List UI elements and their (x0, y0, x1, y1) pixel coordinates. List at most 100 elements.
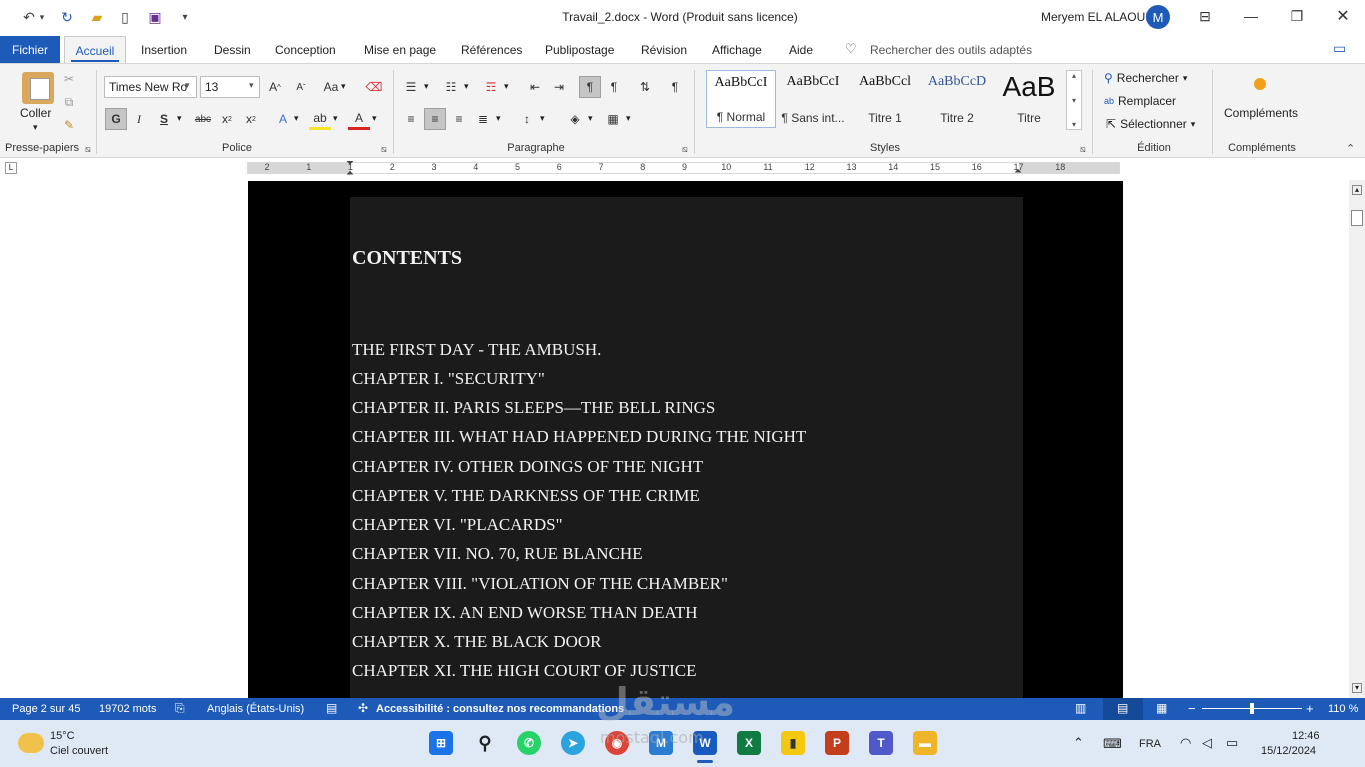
change-case-dropdown-icon[interactable]: ▾ (341, 81, 346, 92)
numbering-dropdown-icon[interactable]: ▾ (464, 81, 469, 92)
customize-toolbar-icon[interactable]: ▾ (174, 6, 196, 28)
cut-icon[interactable]: ✂ (58, 68, 80, 90)
bullets-icon[interactable]: ☰ (400, 76, 422, 98)
increase-indent-icon[interactable]: ⇥ (548, 76, 570, 98)
line-spacing-icon[interactable]: ↕ (516, 108, 538, 130)
new-document-icon[interactable]: ▯ (114, 6, 136, 28)
web-layout-icon[interactable]: ▦ (1156, 701, 1167, 715)
accessibility-status[interactable]: Accessibilité : consultez nos recommanda… (376, 703, 624, 715)
align-center-icon[interactable]: ≡ (424, 108, 446, 130)
shading-dropdown-icon[interactable]: ▾ (588, 113, 593, 124)
avatar[interactable]: M (1146, 5, 1170, 29)
word-count[interactable]: 19702 mots (99, 703, 156, 715)
multilevel-list-icon[interactable]: ☶ (480, 76, 502, 98)
font-color-dropdown-icon[interactable]: ▾ (372, 113, 377, 124)
justify-dropdown-icon[interactable]: ▾ (496, 113, 501, 124)
align-left-icon[interactable]: ≡ (400, 108, 422, 130)
find-button[interactable]: ⚲ Rechercher ▾ (1104, 71, 1187, 85)
user-name[interactable]: Meryem EL ALAOUI (1041, 10, 1149, 24)
keyboard-icon[interactable]: ⌨ (1103, 736, 1122, 752)
restore-icon[interactable]: ❐ (1282, 5, 1312, 27)
line-spacing-dropdown-icon[interactable]: ▾ (540, 113, 545, 124)
style-heading-1[interactable]: AaBbCcl Titre 1 (850, 70, 920, 128)
tab-insert[interactable]: Insertion (141, 43, 187, 57)
power-bi-icon[interactable]: ▮ (781, 731, 805, 755)
shrink-font-icon[interactable]: Aˇ (290, 76, 312, 98)
clock-time[interactable]: 12:46 (1292, 730, 1320, 742)
borders-dropdown-icon[interactable]: ▾ (626, 113, 631, 124)
teams-icon[interactable]: T (869, 731, 893, 755)
highlight-dropdown-icon[interactable]: ▾ (333, 113, 338, 124)
paragraph-launcher-icon[interactable]: ⧅ (682, 144, 688, 155)
bullets-dropdown-icon[interactable]: ▾ (424, 81, 429, 92)
styles-up-icon[interactable]: ▴ (1072, 71, 1076, 80)
grow-font-icon[interactable]: A ^ (264, 76, 286, 98)
zoom-out-icon[interactable]: − (1188, 701, 1196, 716)
decrease-indent-icon[interactable]: ⇤ (524, 76, 546, 98)
replace-button[interactable]: ab Remplacer (1104, 94, 1176, 108)
comments-icon[interactable]: ▭ (1333, 40, 1346, 57)
input-language[interactable]: FRA (1139, 738, 1161, 750)
addins-icon[interactable] (1254, 78, 1266, 90)
style-normal[interactable]: AaBbCcI ¶ Normal (706, 70, 776, 128)
strikethrough-icon[interactable]: abc (192, 108, 214, 130)
page-indicator[interactable]: Page 2 sur 45 (12, 703, 81, 715)
styles-down-icon[interactable]: ▾ (1072, 96, 1076, 105)
language-indicator[interactable]: Anglais (États-Unis) (207, 703, 304, 715)
collapse-ribbon-icon[interactable]: ⌃ (1346, 142, 1355, 155)
underline-icon[interactable]: S (153, 108, 175, 130)
show-hidden-icons-icon[interactable]: ⌃ (1073, 735, 1084, 751)
show-formatting-icon[interactable]: ¶ (664, 76, 686, 98)
sort-icon[interactable]: ⇅ (634, 76, 656, 98)
multilevel-dropdown-icon[interactable]: ▾ (504, 81, 509, 92)
scroll-up-icon[interactable]: ▴ (1352, 185, 1362, 195)
file-explorer-icon[interactable]: ▬ (913, 731, 937, 755)
clipboard-launcher-icon[interactable]: ⧅ (85, 144, 91, 155)
styles-more-icon[interactable]: ▾ (1072, 120, 1076, 129)
underline-dropdown-icon[interactable]: ▾ (177, 113, 182, 124)
style-title[interactable]: AaB Titre (994, 70, 1064, 128)
rtl-direction-icon[interactable]: ¶ (603, 76, 625, 98)
ltr-direction-icon[interactable]: ¶ (579, 76, 601, 98)
save-icon[interactable]: ▣ (144, 6, 166, 28)
tab-layout[interactable]: Mise en page (364, 43, 436, 57)
start-windows-icon[interactable]: ⊞ (429, 731, 453, 755)
select-dropdown-icon[interactable]: ▾ (1191, 119, 1196, 130)
borders-icon[interactable]: ▦ (602, 108, 624, 130)
read-mode-icon[interactable]: ▥ (1075, 701, 1086, 715)
select-button[interactable]: ⇱ Sélectionner ▾ (1106, 117, 1195, 131)
tell-me-search[interactable]: Rechercher des outils adaptés (870, 43, 1032, 57)
ribbon-display-icon[interactable]: ⊟ (1190, 5, 1220, 27)
styles-gallery-scroller[interactable]: ▴ ▾ ▾ (1066, 70, 1082, 130)
paste-dropdown-icon[interactable]: ▾ (33, 122, 38, 133)
whatsapp-icon[interactable]: ✆ (517, 731, 541, 755)
clear-formatting-icon[interactable]: ⌫ (363, 76, 385, 98)
powerpoint-icon[interactable]: P (825, 731, 849, 755)
clock-date[interactable]: 15/12/2024 (1261, 745, 1316, 757)
font-name-dropdown-icon[interactable]: ▾ (185, 80, 190, 91)
shading-icon[interactable]: ◈ (564, 108, 586, 130)
align-right-icon[interactable]: ≡ (448, 108, 470, 130)
proofing-icon[interactable]: ⎘ (175, 701, 185, 716)
style-heading-2[interactable]: AaBbCcD Titre 2 (922, 70, 992, 128)
tab-view[interactable]: Affichage (712, 43, 762, 57)
font-color-icon[interactable]: A (348, 108, 370, 130)
undo-dropdown-icon[interactable]: ▾ (36, 6, 48, 28)
change-case-icon[interactable]: Aa (320, 76, 342, 98)
numbering-icon[interactable]: ☷ (440, 76, 462, 98)
format-painter-icon[interactable]: ✎ (58, 114, 80, 136)
tab-review[interactable]: Révision (641, 43, 687, 57)
wifi-icon[interactable]: ◠ (1180, 735, 1191, 751)
scroll-thumb[interactable] (1351, 210, 1363, 226)
tab-selector-icon[interactable]: L (5, 162, 17, 174)
italic-icon[interactable]: I (128, 108, 150, 130)
open-folder-icon[interactable]: ▰ (86, 6, 108, 28)
justify-icon[interactable]: ≣ (472, 108, 494, 130)
battery-icon[interactable]: ▭ (1226, 735, 1238, 751)
paste-button[interactable]: Coller (20, 106, 51, 120)
tab-draw[interactable]: Dessin (214, 43, 251, 57)
vertical-scrollbar[interactable]: ▴ ▾ (1349, 180, 1365, 698)
weather-icon[interactable] (18, 733, 44, 753)
highlight-icon[interactable]: ab (309, 108, 331, 130)
tab-mailings[interactable]: Publipostage (545, 43, 614, 57)
